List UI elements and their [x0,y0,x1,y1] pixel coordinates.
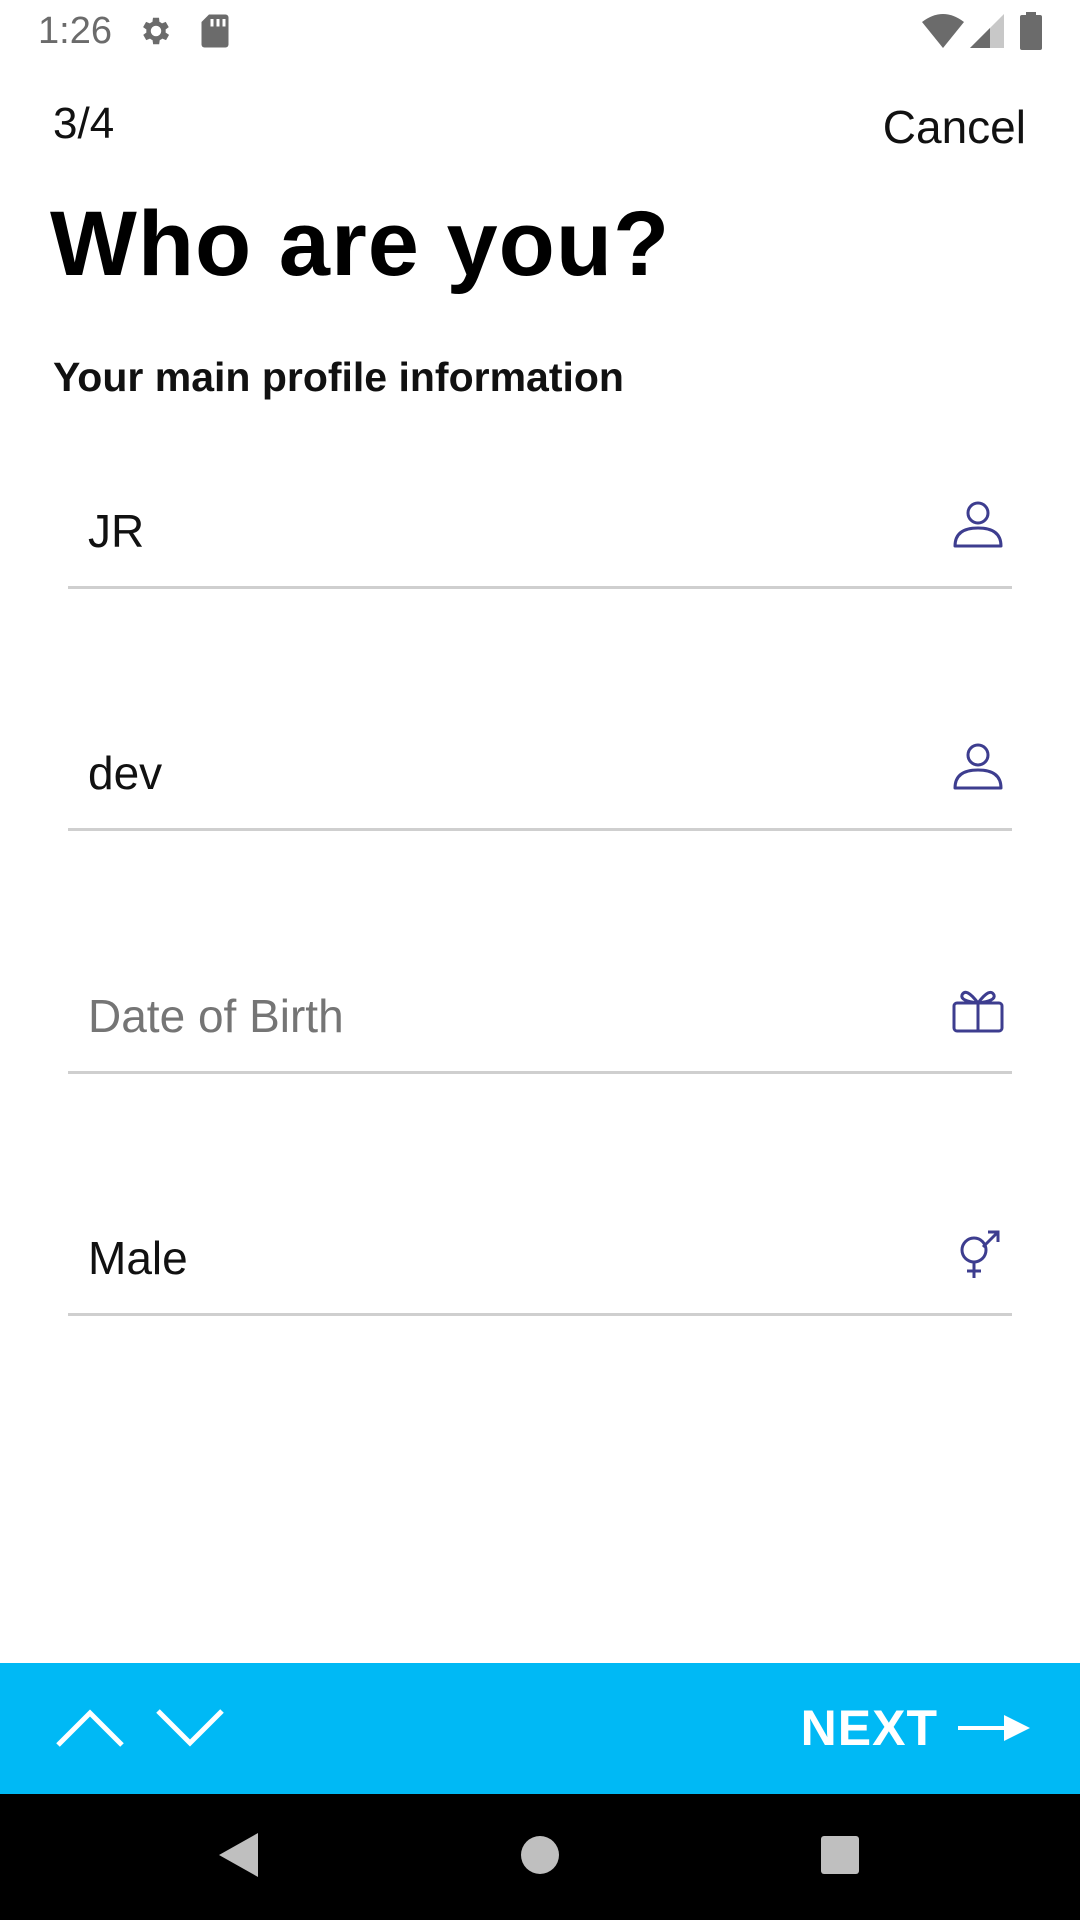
page-title: Who are you? [50,193,671,295]
last-name-input[interactable] [88,746,888,800]
first-name-field[interactable] [68,466,1012,589]
status-time: 1:26 [38,10,112,52]
last-name-field[interactable] [68,708,1012,831]
next-button[interactable]: NEXT [801,1693,1030,1763]
screen: 1:26 3/4 Cancel Who are you? Your main p… [0,0,1080,1920]
date-of-birth-input[interactable] [88,989,888,1043]
person-icon [953,501,1003,548]
status-bar: 1:26 [0,0,1080,63]
gender-input[interactable] [88,1231,888,1285]
chevron-up-icon[interactable] [54,1703,126,1753]
gender-icon [960,1230,1000,1278]
signal-icon [970,14,1004,48]
gift-icon [952,990,1004,1033]
wifi-icon [922,14,964,48]
arrow-right-icon [958,1715,1030,1741]
back-icon[interactable] [216,1830,260,1880]
home-icon[interactable] [518,1830,562,1880]
person-icon [953,743,1003,790]
first-name-input[interactable] [88,504,888,558]
sd-card-icon [201,14,229,48]
recents-icon[interactable] [818,1830,862,1880]
page-subtitle: Your main profile information [53,354,624,400]
next-label: NEXT [800,1700,938,1756]
step-counter: 3/4 [53,99,115,148]
system-navigation-bar [0,1794,1080,1920]
gear-icon [143,17,170,45]
gender-field[interactable] [68,1193,1012,1316]
chevron-down-icon[interactable] [154,1703,226,1753]
battery-icon [1020,12,1042,50]
date-of-birth-field[interactable] [68,951,1012,1074]
cancel-button[interactable]: Cancel [883,100,1026,154]
action-bar: NEXT [0,1663,1080,1794]
